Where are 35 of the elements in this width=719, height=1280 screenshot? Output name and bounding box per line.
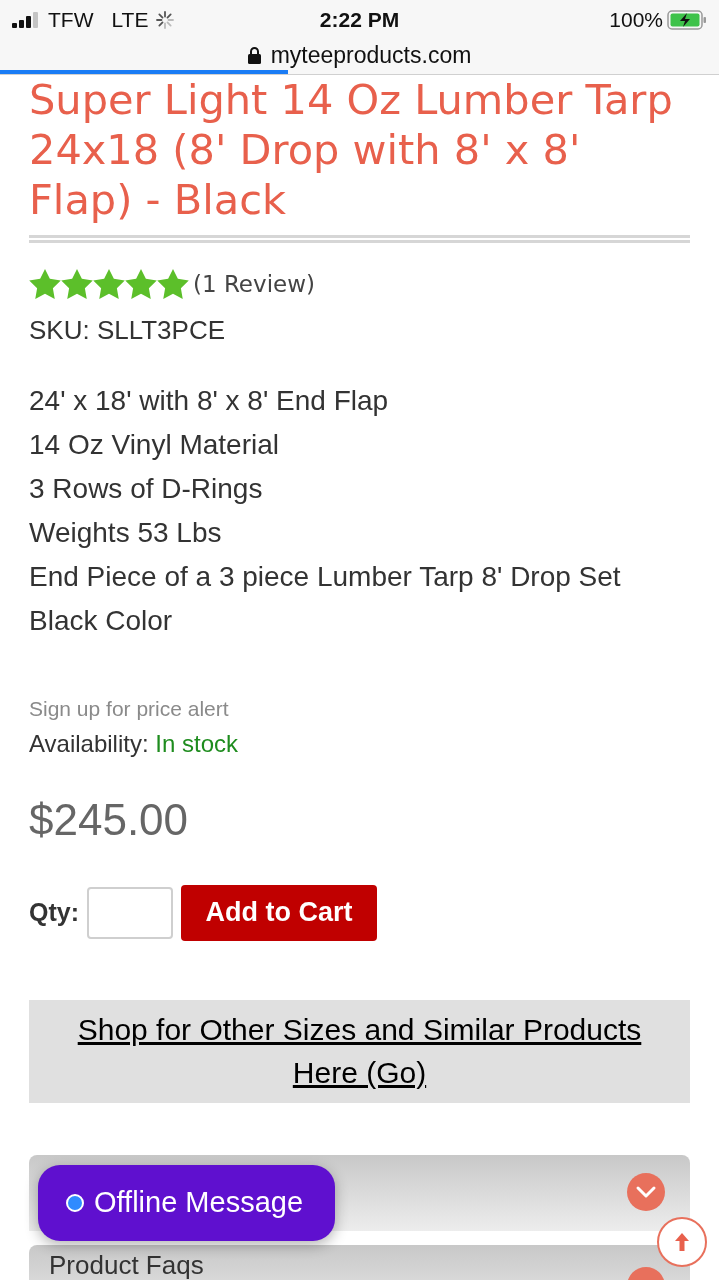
scroll-to-top-button[interactable] [657, 1217, 707, 1267]
network-type: LTE [111, 7, 149, 34]
feature-text: 24' x 18' with 8' x 8' End Flap [29, 383, 390, 418]
accordion-title: Product Faqs [49, 1248, 204, 1279]
chat-widget-popup[interactable]: Offline Message [38, 1165, 335, 1241]
availability-text: Availability: In stock [29, 728, 239, 759]
feature-text: Weights 53 Lbs [29, 515, 223, 550]
clock-time: 2:22 PM [319, 7, 400, 34]
star-icon [125, 269, 157, 300]
add-to-cart-button[interactable]: Add to Cart [181, 884, 377, 941]
qty-input[interactable] [87, 886, 173, 939]
carrier-name: TFW [48, 7, 94, 34]
battery-percent: 100% [609, 7, 663, 34]
feature-text: Black Color [29, 603, 174, 638]
feature-text: End Piece of a 3 piece Lumber Tarp 8' Drop Set [29, 559, 622, 594]
battery-charging-icon [667, 10, 707, 30]
star-icon [93, 269, 125, 300]
lock-icon [247, 46, 261, 64]
accordion-header[interactable]: Product Faqs [29, 1244, 690, 1280]
product-price: $245.00 [29, 794, 190, 845]
signal-bars-icon [12, 12, 38, 28]
qty-label: Qty: [29, 896, 79, 928]
star-icon [61, 269, 93, 300]
chevron-down-icon[interactable] [627, 1172, 665, 1211]
similar-products-link[interactable]: Shop for Other Sizes and Similar Products Here (Go) [65, 1008, 654, 1094]
arrow-up-icon [674, 1232, 690, 1252]
feature-text: 3 Rows of D-Rings [29, 471, 264, 506]
review-count-link[interactable]: (1 Review) [193, 267, 315, 302]
star-icon [157, 269, 189, 300]
spinner-icon [156, 11, 175, 29]
star-icon [29, 269, 61, 300]
sku-text: SKU: SLLT3PCE [29, 314, 227, 345]
product-title: Super Light 14 Oz Lumber Tarp 24x18 (8' Drop with 8' x 8' Flap) - Black [29, 75, 674, 225]
url-text[interactable]: myteeproducts.com [270, 37, 472, 73]
feature-text: 14 Oz Vinyl Material [29, 427, 281, 462]
